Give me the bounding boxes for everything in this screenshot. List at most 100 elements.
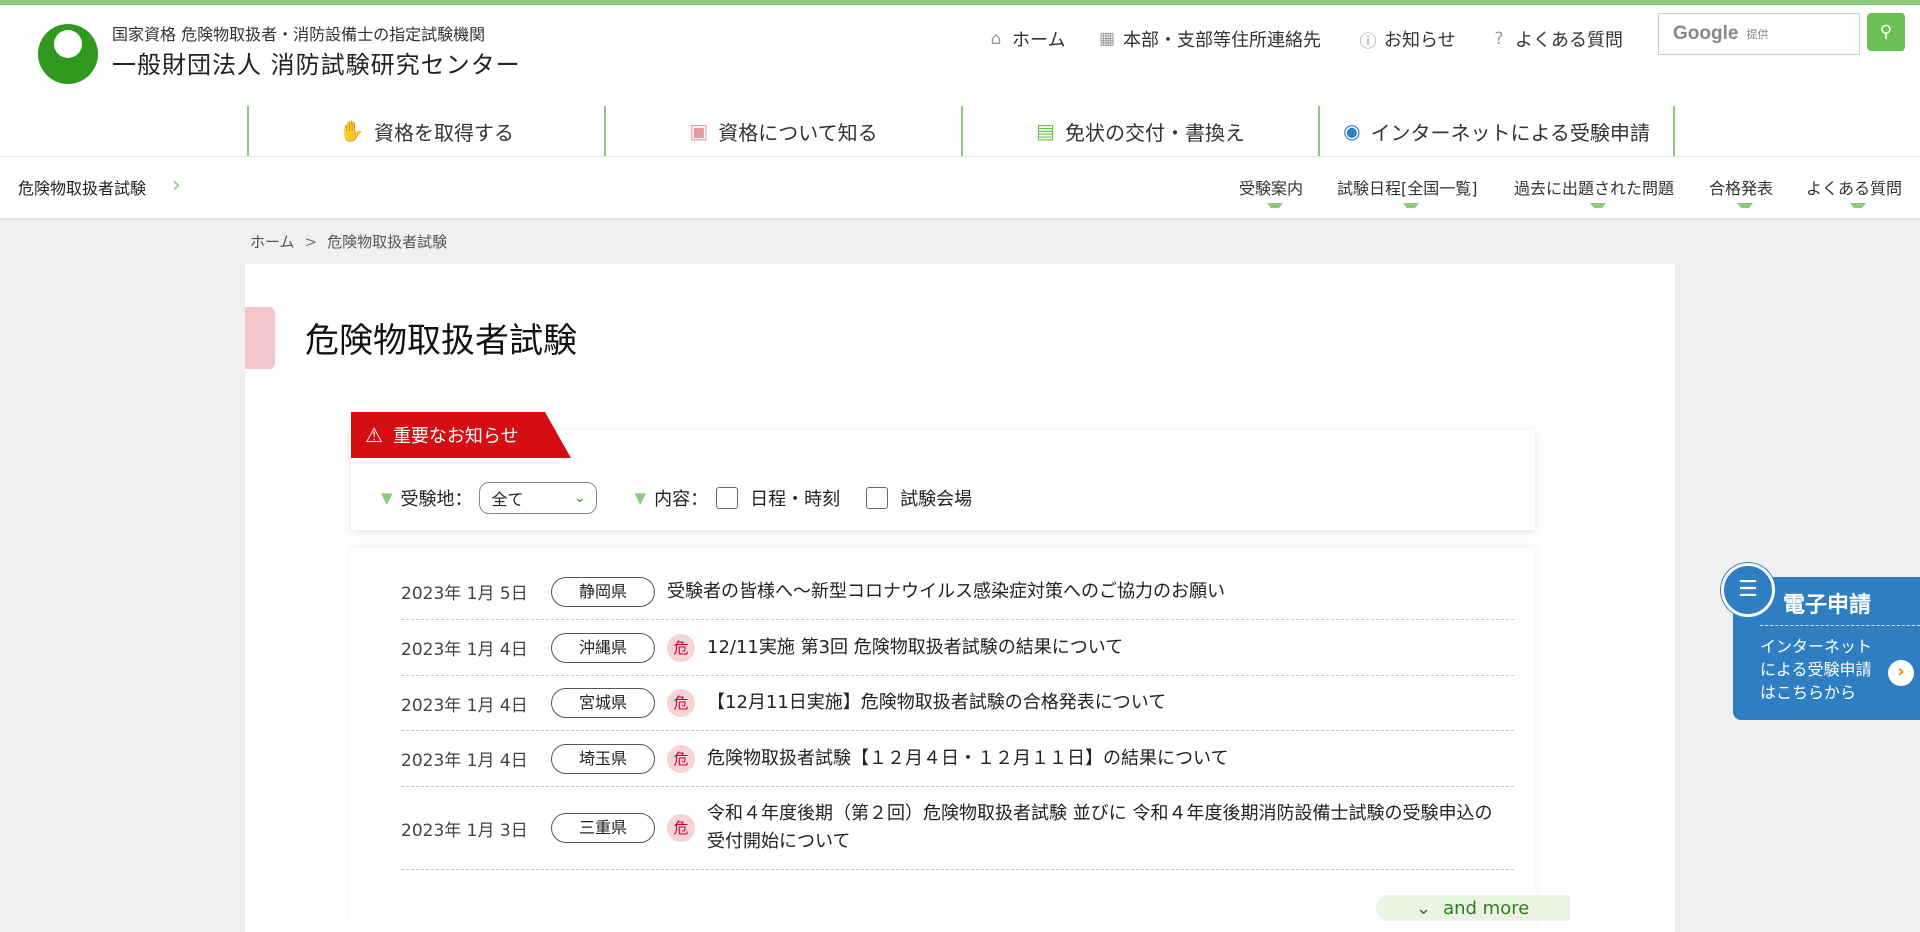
item-title[interactable]: 令和４年度後期（第２回）危険物取扱者試験 並びに 令和４年度後期消防設備士試験の… [707, 800, 1497, 856]
e-application-title: 電子申請 [1783, 593, 1872, 618]
venue-checkbox-label: 試験会場 [900, 489, 973, 510]
subnav-link-past-questions[interactable]: 過去に出題された問題 [1514, 175, 1674, 208]
subnav-link-guide[interactable]: 受験案内 [1239, 175, 1303, 208]
prefecture-tag: 埼玉県 [551, 743, 655, 774]
notice-list: 2023年 1月 5日 静岡県 受験者の皆様へ～新型コロナウイルス感染症対策への… [351, 548, 1535, 932]
hand-icon: ✋ [339, 119, 364, 143]
title-accent-bar [245, 307, 275, 369]
place-select[interactable]: 全て ⌄ [478, 482, 597, 514]
global-nav: ✋ 資格を取得する ▣ 資格について知る ▤ 免状の交付・書換え ◉ インターネ… [247, 106, 1675, 156]
warning-icon: ⚠ [365, 423, 383, 447]
logo-subtitle: 国家資格 危険物取扱者・消防設備士の指定試験機関 [112, 25, 486, 44]
chevron-down-icon: ⌄ [1416, 897, 1432, 919]
desc-line: による受験申請 [1760, 660, 1872, 679]
logo-icon[interactable] [38, 24, 98, 84]
site-header: 国家資格 危険物取扱者・消防設備士の指定試験機関 一般財団法人 消防試験研究セン… [0, 5, 1920, 156]
list-item[interactable]: 2023年 1月 3日 三重県 危 令和４年度後期（第２回）危険物取扱者試験 並… [401, 787, 1514, 870]
hazmat-badge: 危 [667, 689, 695, 717]
venue-checkbox[interactable] [866, 487, 889, 509]
page-title: 危険物取扱者試験 [305, 321, 577, 361]
chevron-down-icon: ⌄ [573, 490, 586, 506]
list-item[interactable]: 2023年 1月 4日 埼玉県 危 危険物取扱者試験【１２月４日・１２月１１日】… [401, 731, 1514, 787]
id-card-icon: ▤ [1036, 119, 1055, 143]
list-item[interactable]: 2023年 1月 4日 宮城県 危 【12月11日実施】危険物取扱者試験の合格発… [401, 676, 1514, 731]
item-title[interactable]: 【12月11日実施】危険物取扱者試験の合格発表について [707, 689, 1166, 717]
google-provided: 提供 [1746, 28, 1769, 41]
search-icon: ⚲ [1879, 22, 1893, 42]
item-date: 2023年 1月 4日 [401, 751, 528, 771]
chevron-right-icon: › [172, 173, 181, 198]
breadcrumb: ホーム > 危険物取扱者試験 [250, 231, 447, 252]
notice-tab-label: 重要なお知らせ [392, 426, 519, 447]
notice-tab: ⚠ 重要なお知らせ [351, 412, 571, 458]
filter-icon: ▼ [381, 489, 393, 507]
gnav-internet-apply[interactable]: ◉ インターネットによる受験申請 [1318, 106, 1675, 156]
important-notice-panel: ⚠ 重要なお知らせ ▼ 受験地： 全て ⌄ ▼ 内容： 日程・時刻 試験会場 2… [351, 412, 1535, 932]
item-date: 2023年 1月 5日 [401, 584, 528, 604]
arrow-right-icon: › [1888, 660, 1914, 686]
list-item[interactable]: 2023年 1月 5日 静岡県 受験者の皆様へ～新型コロナウイルス感染症対策への… [401, 564, 1514, 620]
util-link-label: ホーム [1012, 30, 1066, 51]
subnav-link-faq[interactable]: よくある質問 [1806, 175, 1902, 208]
main-content: 危険物取扱者試験 ⚠ 重要なお知らせ ▼ 受験地： 全て ⌄ ▼ 内容： 日程・… [245, 264, 1675, 932]
e-application-desc: インターネット による受験申請 はこちらから [1760, 635, 1872, 704]
list-icon: ☰ [1721, 563, 1775, 617]
util-link-label: よくある質問 [1515, 30, 1623, 51]
filter-content-label: 内容： [654, 489, 709, 510]
logo-title[interactable]: 一般財団法人 消防試験研究センター [112, 45, 521, 80]
desc-line: はこちらから [1760, 683, 1857, 702]
filter-place-label: 受験地： [400, 489, 473, 510]
subnav-link-schedule[interactable]: 試験日程[全国一覧] [1337, 175, 1478, 208]
question-icon: ? [1494, 29, 1504, 49]
gnav-label: 資格を取得する [373, 120, 514, 145]
hazmat-badge: 危 [667, 744, 695, 773]
prefecture-tag: 静岡県 [551, 576, 655, 607]
util-link-news[interactable]: ⓘ お知らせ [1357, 25, 1456, 53]
util-link-home[interactable]: ⌂ ホーム [985, 25, 1066, 53]
util-link-offices[interactable]: ▦ 本部・支部等住所連絡先 [1096, 25, 1321, 53]
divider [1760, 625, 1920, 626]
hazmat-badge: 危 [667, 814, 695, 842]
info-icon: ⓘ [1359, 31, 1377, 52]
item-date: 2023年 1月 4日 [401, 695, 528, 716]
list-item[interactable]: 2023年 1月 4日 沖縄県 危 12/11実施 第3回 危険物取扱者試験の結… [401, 620, 1514, 676]
subnav-link-results[interactable]: 合格発表 [1709, 175, 1773, 208]
gnav-get-license[interactable]: ✋ 資格を取得する [247, 106, 604, 156]
breadcrumb-current: 危険物取扱者試験 [327, 233, 448, 251]
util-link-label: お知らせ [1384, 30, 1456, 51]
subnav-title[interactable]: 危険物取扱者試験 [18, 175, 146, 199]
and-more-button[interactable]: ⌄ and more [1376, 895, 1570, 921]
search-button[interactable]: ⚲ [1867, 13, 1905, 51]
filter-icon: ▼ [634, 489, 647, 507]
map-icon: ▦ [1098, 29, 1116, 49]
item-date: 2023年 1月 3日 [401, 820, 528, 841]
google-brand: Google [1673, 23, 1739, 44]
desc-line: インターネット [1760, 637, 1873, 656]
gnav-label: 資格について知る [718, 120, 878, 145]
home-icon: ⌂ [990, 29, 1002, 49]
item-title[interactable]: 12/11実施 第3回 危険物取扱者試験の結果について [707, 634, 1123, 662]
breadcrumb-home[interactable]: ホーム [250, 233, 295, 251]
filter-row: ▼ 受験地： 全て ⌄ ▼ 内容： 日程・時刻 試験会場 [381, 482, 990, 514]
prefecture-tag: 三重県 [551, 813, 655, 843]
gnav-label: インターネットによる受験申請 [1370, 120, 1650, 145]
util-link-faq[interactable]: ? よくある質問 [1488, 25, 1623, 53]
gnav-about-license[interactable]: ▣ 資格について知る [604, 106, 961, 156]
document-icon: ◉ [1343, 119, 1361, 143]
schedule-checkbox-label: 日程・時刻 [750, 489, 841, 510]
book-icon: ▣ [689, 119, 709, 143]
sub-nav: 危険物取扱者試験 › 受験案内 試験日程[全国一覧] 過去に出題された問題 合格… [0, 156, 1920, 218]
prefecture-tag: 宮城県 [551, 688, 655, 718]
gnav-label: 免状の交付・書換え [1064, 120, 1245, 145]
item-title[interactable]: 受験者の皆様へ～新型コロナウイルス感染症対策へのご協力のお願い [667, 578, 1225, 606]
search-input[interactable]: Google 提供 [1658, 13, 1860, 55]
schedule-checkbox[interactable] [716, 487, 739, 509]
hazmat-badge: 危 [667, 633, 695, 662]
place-select-value: 全て [491, 490, 524, 509]
item-title[interactable]: 危険物取扱者試験【１２月４日・１２月１１日】の結果について [707, 745, 1228, 773]
and-more-label: and more [1443, 897, 1530, 919]
notice-filter-bar: ⚠ 重要なお知らせ ▼ 受験地： 全て ⌄ ▼ 内容： 日程・時刻 試験会場 [351, 412, 1535, 530]
util-link-label: 本部・支部等住所連絡先 [1123, 30, 1321, 51]
item-date: 2023年 1月 4日 [401, 640, 528, 660]
gnav-license-issue[interactable]: ▤ 免状の交付・書換え [961, 106, 1318, 156]
